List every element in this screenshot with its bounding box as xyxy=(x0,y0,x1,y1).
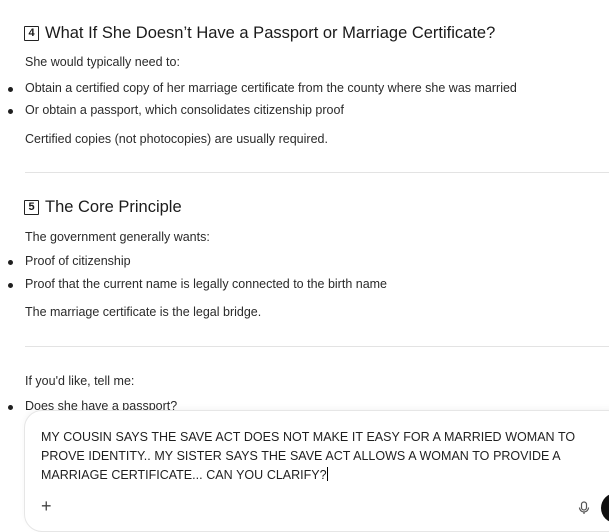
section-5-note: The marriage certificate is the legal br… xyxy=(25,305,262,319)
section-4-title: What If She Doesn’t Have a Passport or M… xyxy=(45,24,496,42)
message-input-text: MY COUSIN SAYS THE SAVE ACT DOES NOT MAK… xyxy=(41,430,576,483)
section-4-note: Certified copies (not photocopies) are u… xyxy=(25,132,328,146)
section-5-title: The Core Principle xyxy=(45,198,182,216)
list-item-text: Obtain a certified copy of her marriage … xyxy=(25,81,517,95)
section-5-heading: 5 The Core Principle xyxy=(24,198,182,217)
list-item-text: Or obtain a passport, which consolidates… xyxy=(25,103,344,117)
divider xyxy=(25,172,609,173)
plus-icon[interactable]: + xyxy=(41,497,52,515)
section-4-heading: 4 What If She Doesn’t Have a Passport or… xyxy=(24,24,495,43)
section-4-intro: She would typically need to: xyxy=(25,55,180,69)
message-input[interactable]: MY COUSIN SAYS THE SAVE ACT DOES NOT MAK… xyxy=(41,428,596,486)
bullet-icon xyxy=(8,260,13,265)
list-item: Obtain a certified copy of her marriage … xyxy=(8,81,517,95)
bullet-icon xyxy=(8,283,13,288)
number-5-icon: 5 xyxy=(24,200,39,215)
message-composer[interactable]: MY COUSIN SAYS THE SAVE ACT DOES NOT MAK… xyxy=(24,410,609,532)
divider xyxy=(25,346,609,347)
send-icon[interactable] xyxy=(601,493,609,523)
list-item: Proof that the current name is legally c… xyxy=(8,277,388,291)
bullet-icon xyxy=(8,87,13,92)
bullet-icon xyxy=(8,109,13,114)
list-item-text: Proof of citizenship xyxy=(25,254,131,268)
number-4-icon: 4 xyxy=(24,26,39,41)
text-caret xyxy=(326,467,328,482)
followup-intro: If you'd like, tell me: xyxy=(25,374,135,388)
list-item-text: Proof that the current name is legally c… xyxy=(25,277,388,291)
section-5-intro: The government generally wants: xyxy=(25,230,210,244)
list-item: Proof of citizenship xyxy=(8,254,131,268)
bullet-icon xyxy=(8,405,13,410)
list-item: Or obtain a passport, which consolidates… xyxy=(8,103,344,117)
